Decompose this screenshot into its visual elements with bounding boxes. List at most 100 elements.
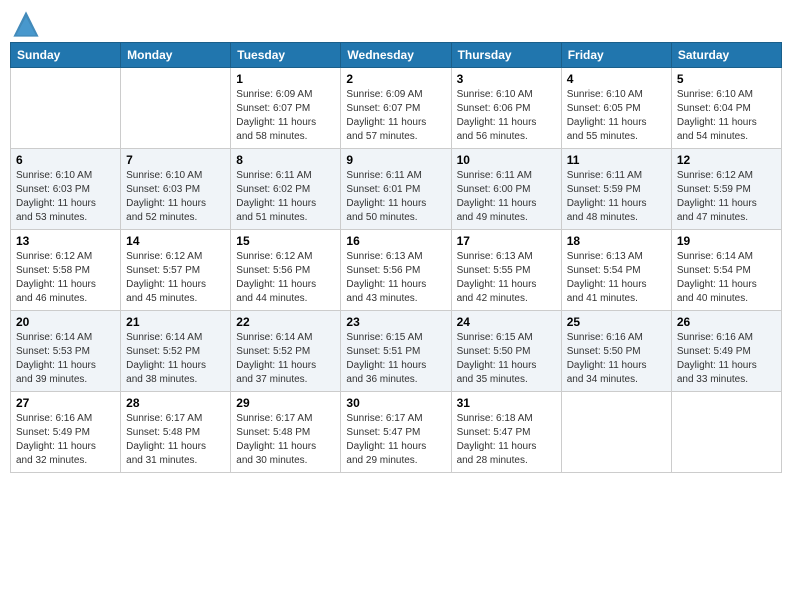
calendar-cell: 31 Sunrise: 6:18 AM Sunset: 5:47 PM Dayli… [451, 392, 561, 473]
day-info: Sunrise: 6:17 AM Sunset: 5:47 PM Dayligh… [346, 412, 445, 468]
day-info: Sunrise: 6:14 AM Sunset: 5:53 PM Dayligh… [16, 331, 115, 387]
calendar-cell: 11 Sunrise: 6:11 AM Sunset: 5:59 PM Dayli… [561, 149, 671, 230]
calendar-cell: 16 Sunrise: 6:13 AM Sunset: 5:56 PM Dayli… [341, 230, 451, 311]
day-info: Sunrise: 6:17 AM Sunset: 5:48 PM Dayligh… [236, 412, 335, 468]
calendar-cell: 6 Sunrise: 6:10 AM Sunset: 6:03 PM Daylig… [11, 149, 121, 230]
day-number: 25 [567, 315, 666, 329]
calendar-cell: 23 Sunrise: 6:15 AM Sunset: 5:51 PM Dayli… [341, 311, 451, 392]
day-info: Sunrise: 6:12 AM Sunset: 5:56 PM Dayligh… [236, 250, 335, 306]
calendar-cell: 22 Sunrise: 6:14 AM Sunset: 5:52 PM Dayli… [231, 311, 341, 392]
day-number: 29 [236, 396, 335, 410]
day-info: Sunrise: 6:15 AM Sunset: 5:50 PM Dayligh… [457, 331, 556, 387]
day-number: 6 [16, 153, 115, 167]
day-header-thursday: Thursday [451, 43, 561, 68]
calendar-cell: 2 Sunrise: 6:09 AM Sunset: 6:07 PM Daylig… [341, 68, 451, 149]
day-number: 9 [346, 153, 445, 167]
calendar-cell: 27 Sunrise: 6:16 AM Sunset: 5:49 PM Dayli… [11, 392, 121, 473]
day-number: 17 [457, 234, 556, 248]
calendar-cell: 24 Sunrise: 6:15 AM Sunset: 5:50 PM Dayli… [451, 311, 561, 392]
day-header-monday: Monday [121, 43, 231, 68]
day-header-wednesday: Wednesday [341, 43, 451, 68]
day-info: Sunrise: 6:15 AM Sunset: 5:51 PM Dayligh… [346, 331, 445, 387]
day-info: Sunrise: 6:14 AM Sunset: 5:52 PM Dayligh… [126, 331, 225, 387]
day-number: 20 [16, 315, 115, 329]
day-header-sunday: Sunday [11, 43, 121, 68]
day-number: 27 [16, 396, 115, 410]
day-info: Sunrise: 6:13 AM Sunset: 5:56 PM Dayligh… [346, 250, 445, 306]
day-number: 3 [457, 72, 556, 86]
day-number: 10 [457, 153, 556, 167]
day-info: Sunrise: 6:16 AM Sunset: 5:49 PM Dayligh… [16, 412, 115, 468]
calendar-cell: 26 Sunrise: 6:16 AM Sunset: 5:49 PM Dayli… [671, 311, 781, 392]
generalblue-icon [12, 10, 40, 38]
calendar-cell: 8 Sunrise: 6:11 AM Sunset: 6:02 PM Daylig… [231, 149, 341, 230]
calendar-cell: 9 Sunrise: 6:11 AM Sunset: 6:01 PM Daylig… [341, 149, 451, 230]
day-number: 8 [236, 153, 335, 167]
day-number: 15 [236, 234, 335, 248]
day-info: Sunrise: 6:18 AM Sunset: 5:47 PM Dayligh… [457, 412, 556, 468]
calendar-cell: 19 Sunrise: 6:14 AM Sunset: 5:54 PM Dayli… [671, 230, 781, 311]
day-info: Sunrise: 6:10 AM Sunset: 6:03 PM Dayligh… [16, 169, 115, 225]
calendar-cell [11, 68, 121, 149]
calendar-cell: 4 Sunrise: 6:10 AM Sunset: 6:05 PM Daylig… [561, 68, 671, 149]
day-number: 13 [16, 234, 115, 248]
calendar-cell: 30Sunrise: 6:17 AM Sunset: 5:47 PM Dayli… [341, 392, 451, 473]
calendar-cell: 25 Sunrise: 6:16 AM Sunset: 5:50 PM Dayli… [561, 311, 671, 392]
calendar-cell [561, 392, 671, 473]
day-info: Sunrise: 6:16 AM Sunset: 5:50 PM Dayligh… [567, 331, 666, 387]
day-number: 1 [236, 72, 335, 86]
calendar-cell: 7Sunrise: 6:10 AM Sunset: 6:03 PM Daylig… [121, 149, 231, 230]
day-number: 31 [457, 396, 556, 410]
day-info: Sunrise: 6:14 AM Sunset: 5:54 PM Dayligh… [677, 250, 776, 306]
day-info: Sunrise: 6:10 AM Sunset: 6:05 PM Dayligh… [567, 88, 666, 144]
day-info: Sunrise: 6:11 AM Sunset: 6:01 PM Dayligh… [346, 169, 445, 225]
day-info: Sunrise: 6:12 AM Sunset: 5:58 PM Dayligh… [16, 250, 115, 306]
day-number: 4 [567, 72, 666, 86]
day-info: Sunrise: 6:11 AM Sunset: 6:02 PM Dayligh… [236, 169, 335, 225]
day-number: 7 [126, 153, 225, 167]
day-number: 22 [236, 315, 335, 329]
calendar-cell: 14 Sunrise: 6:12 AM Sunset: 5:57 PM Dayli… [121, 230, 231, 311]
day-header-saturday: Saturday [671, 43, 781, 68]
day-number: 11 [567, 153, 666, 167]
calendar-cell: 28Sunrise: 6:17 AM Sunset: 5:48 PM Dayli… [121, 392, 231, 473]
day-number: 24 [457, 315, 556, 329]
calendar-cell: 1 Sunrise: 6:09 AM Sunset: 6:07 PM Daylig… [231, 68, 341, 149]
day-info: Sunrise: 6:12 AM Sunset: 5:57 PM Dayligh… [126, 250, 225, 306]
day-number: 23 [346, 315, 445, 329]
day-number: 21 [126, 315, 225, 329]
day-info: Sunrise: 6:11 AM Sunset: 6:00 PM Dayligh… [457, 169, 556, 225]
calendar-cell: 5 Sunrise: 6:10 AM Sunset: 6:04 PM Daylig… [671, 68, 781, 149]
calendar-cell [121, 68, 231, 149]
calendar-cell: 21 Sunrise: 6:14 AM Sunset: 5:52 PM Dayli… [121, 311, 231, 392]
day-number: 2 [346, 72, 445, 86]
calendar-cell [671, 392, 781, 473]
day-info: Sunrise: 6:09 AM Sunset: 6:07 PM Dayligh… [346, 88, 445, 144]
day-info: Sunrise: 6:12 AM Sunset: 5:59 PM Dayligh… [677, 169, 776, 225]
calendar-cell: 20 Sunrise: 6:14 AM Sunset: 5:53 PM Dayli… [11, 311, 121, 392]
day-info: Sunrise: 6:11 AM Sunset: 5:59 PM Dayligh… [567, 169, 666, 225]
calendar-cell: 15 Sunrise: 6:12 AM Sunset: 5:56 PM Dayli… [231, 230, 341, 311]
calendar-cell: 3 Sunrise: 6:10 AM Sunset: 6:06 PM Daylig… [451, 68, 561, 149]
day-number: 14 [126, 234, 225, 248]
calendar-cell: 17Sunrise: 6:13 AM Sunset: 5:55 PM Dayli… [451, 230, 561, 311]
day-number: 12 [677, 153, 776, 167]
day-number: 5 [677, 72, 776, 86]
calendar-cell: 29 Sunrise: 6:17 AM Sunset: 5:48 PM Dayli… [231, 392, 341, 473]
day-number: 19 [677, 234, 776, 248]
day-info: Sunrise: 6:10 AM Sunset: 6:04 PM Dayligh… [677, 88, 776, 144]
calendar-cell: 12 Sunrise: 6:12 AM Sunset: 5:59 PM Dayli… [671, 149, 781, 230]
logo [10, 10, 40, 38]
day-info: Sunrise: 6:16 AM Sunset: 5:49 PM Dayligh… [677, 331, 776, 387]
day-number: 28 [126, 396, 225, 410]
day-info: Sunrise: 6:14 AM Sunset: 5:52 PM Dayligh… [236, 331, 335, 387]
calendar-cell: 10 Sunrise: 6:11 AM Sunset: 6:00 PM Dayli… [451, 149, 561, 230]
day-number: 18 [567, 234, 666, 248]
day-info: Sunrise: 6:10 AM Sunset: 6:06 PM Dayligh… [457, 88, 556, 144]
day-info: Sunrise: 6:09 AM Sunset: 6:07 PM Dayligh… [236, 88, 335, 144]
calendar-cell: 18Sunrise: 6:13 AM Sunset: 5:54 PM Dayli… [561, 230, 671, 311]
calendar: SundayMondayTuesdayWednesdayThursdayFrid… [10, 42, 782, 473]
day-number: 26 [677, 315, 776, 329]
day-number: 16 [346, 234, 445, 248]
day-header-tuesday: Tuesday [231, 43, 341, 68]
